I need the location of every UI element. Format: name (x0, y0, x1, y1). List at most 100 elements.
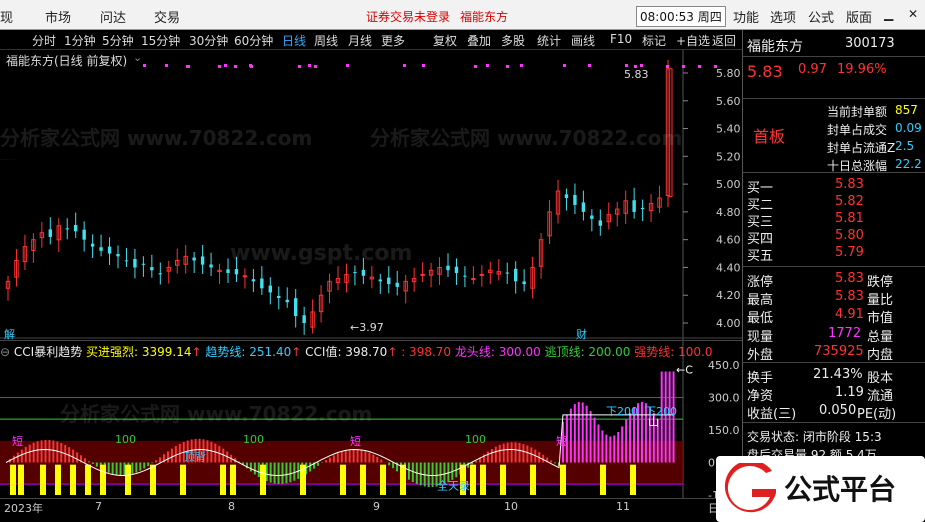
candle-body (454, 266, 459, 273)
seal-value-1: 0.09 (895, 121, 922, 135)
candle-body (302, 315, 306, 323)
candle-body (150, 267, 154, 271)
period-tab-12[interactable]: 多股 (501, 32, 525, 49)
period-tab-0[interactable]: 分时 (32, 32, 56, 49)
signal-dot (346, 64, 349, 67)
candle-body (99, 247, 103, 251)
menu-item-market[interactable]: 市场 (45, 7, 71, 26)
signal-dot (506, 65, 509, 68)
signal-dot (682, 65, 685, 68)
price-tick: 5.40 (716, 123, 741, 136)
signal-dot (165, 64, 168, 67)
period-tab-8[interactable]: 月线 (348, 32, 372, 49)
panel-divider (743, 362, 925, 363)
candle-body (632, 200, 636, 212)
period-tab-4[interactable]: 30分钟 (189, 32, 228, 49)
indicator-name: CCI暴利趋势 (13, 345, 83, 359)
signal-dot (187, 65, 190, 68)
outer-value: 735925 (814, 344, 864, 359)
limit-up-label: 涨停 (747, 275, 774, 290)
candle-body (598, 220, 603, 226)
seal-label-1: 封单占成交 (827, 123, 888, 137)
nav-label: 净资 (747, 389, 774, 404)
candle-body (463, 275, 467, 277)
high-label: 5.83 (624, 68, 649, 81)
cur-volume-value: 1772 (828, 326, 862, 341)
yellow-bar (220, 464, 226, 495)
yellow-bar (70, 464, 76, 495)
candle-body (82, 229, 86, 240)
candle-body (505, 272, 509, 274)
menu-item-trade[interactable]: 交易 (154, 7, 180, 26)
price-tick: 4.00 (716, 317, 741, 330)
menu-item-options[interactable]: 选项 (770, 7, 796, 26)
notice-stock: 福能东方 (460, 10, 509, 24)
login-notice[interactable]: 证券交易未登录 (366, 8, 450, 25)
yellow-bar (530, 464, 536, 495)
menu-item-formula[interactable]: 公式 (808, 7, 834, 26)
period-tab-13[interactable]: 统计 (537, 32, 561, 49)
candle-body (640, 207, 645, 210)
cai-label: 财 (576, 327, 587, 340)
candle-body (242, 275, 248, 278)
outer-label: 外盘 (747, 348, 774, 363)
candle-body (133, 259, 137, 268)
candle-body (48, 229, 53, 237)
price-tick: 5.80 (716, 67, 741, 80)
yellow-bar (400, 464, 406, 495)
label-duan: 短 (556, 434, 567, 448)
yellow-bar (480, 464, 486, 495)
candle-body (192, 257, 196, 261)
indicator-escape: 逃顶线: 200.00 (544, 345, 631, 359)
yellow-bar (230, 464, 236, 495)
menu-item-view[interactable]: 现 (0, 7, 13, 26)
label-shan: 山 (648, 416, 659, 429)
period-tab-9[interactable]: 更多 (381, 32, 405, 49)
bid-price-0: 5.83 (835, 177, 864, 192)
total-volume-label: 总量 (867, 330, 894, 345)
bid-price-1: 5.82 (835, 194, 864, 209)
menu-item-wenda[interactable]: 问达 (100, 7, 126, 26)
stock-code: 300173 (845, 36, 895, 51)
candle-body (251, 279, 256, 282)
candle-body (361, 269, 366, 276)
signal-dot (474, 65, 477, 68)
limit-down-label: 跌停 (867, 275, 894, 290)
menu-item-function[interactable]: 功能 (733, 7, 759, 26)
volume-ratio-label: 量比 (867, 293, 894, 308)
candle-body (573, 195, 577, 205)
period-tab-17[interactable]: +自选 (676, 32, 710, 49)
signal-dot (640, 64, 643, 67)
period-tab-11[interactable]: 叠加 (467, 32, 491, 49)
watermark: www.gspt.com (230, 241, 412, 266)
period-tab-5[interactable]: 60分钟 (234, 32, 273, 49)
time-tick-0: 2023年 (4, 502, 43, 515)
period-tab-6[interactable]: 日线 (282, 32, 306, 49)
period-tab-10[interactable]: 复权 (433, 32, 457, 49)
close-icon[interactable]: ✕ (908, 7, 918, 21)
yellow-bar (560, 464, 566, 495)
period-tab-7[interactable]: 周线 (314, 32, 338, 49)
period-tab-2[interactable]: 5分钟 (102, 32, 134, 49)
trade-status: 交易状态: 闭市阶段 15:3 (747, 430, 882, 444)
period-tab-15[interactable]: F10 (610, 32, 632, 46)
indicator-panel[interactable]: 450.0300.0150.00.00-150.短短短100100100顶背下2… (0, 340, 742, 499)
candle-body (479, 273, 485, 276)
float-label: 流通 (867, 389, 894, 404)
watermark: 分析家公式网 www.70822.com (370, 126, 682, 150)
signal-dot (588, 64, 591, 67)
period-tab-18[interactable]: 返回 (712, 32, 736, 49)
period-tab-16[interactable]: 标记 (642, 32, 666, 49)
menu-item-layout[interactable]: 版面 (846, 7, 872, 26)
period-tab-1[interactable]: 1分钟 (64, 32, 96, 49)
candle-body (395, 282, 399, 287)
yellow-bar (500, 464, 506, 495)
clock-display: 08:00:53 周四 (636, 6, 726, 27)
board-label: 首板 (753, 127, 786, 146)
minimize-icon[interactable]: ▁ (884, 7, 893, 21)
kline-chart-panel[interactable]: 福能东方(日线 前复权) ⌄ 5.80 5.60 5.40 5.20 5.00 4.80 4… (0, 50, 742, 340)
period-tab-3[interactable]: 15分钟 (141, 32, 180, 49)
bid-price-4: 5.79 (835, 245, 864, 260)
low-label-r: 最低 (747, 311, 774, 326)
period-tab-14[interactable]: 画线 (571, 32, 595, 49)
